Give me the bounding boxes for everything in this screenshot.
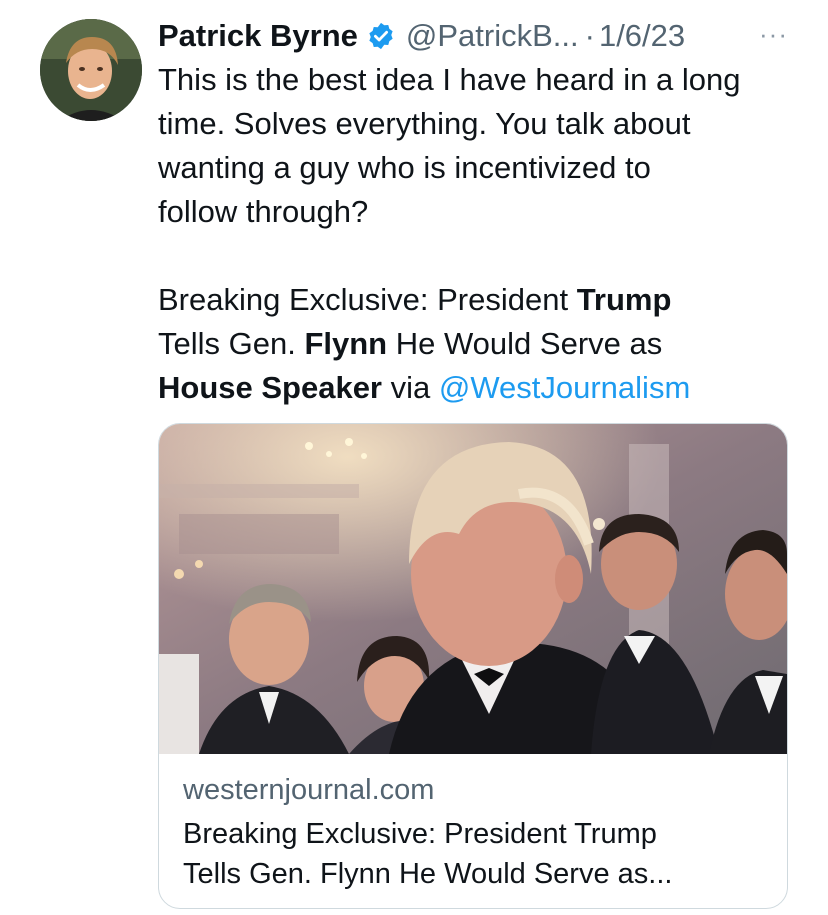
headline-line: Breaking Exclusive: President Trump xyxy=(158,278,798,322)
headline-text: Tells Gen. xyxy=(158,326,305,361)
author-handle[interactable]: @PatrickB... xyxy=(406,14,579,58)
tweet-text: This is the best idea I have heard in a … xyxy=(158,58,798,410)
headline-line: House Speaker via @WestJournalism xyxy=(158,366,798,410)
tweet-text-line: follow through? xyxy=(158,194,369,229)
tweet-text-line: time. Solves everything. You talk about xyxy=(158,106,691,141)
tweet-text-line: wanting a guy who is incentivized to xyxy=(158,150,651,185)
card-meta: westernjournal.com Breaking Exclusive: P… xyxy=(183,770,767,894)
card-title-line: Breaking Exclusive: President Trump xyxy=(183,818,657,850)
tweet-header: Patrick Byrne @PatrickB... · 1/6/23 ··· xyxy=(158,14,788,58)
header-separator: · xyxy=(584,18,595,53)
avatar-photo xyxy=(40,19,142,121)
tweet-date[interactable]: 1/6/23 xyxy=(599,14,685,58)
link-preview-card[interactable]: westernjournal.com Breaking Exclusive: P… xyxy=(158,423,788,909)
card-title: Breaking Exclusive: President Trump Tell… xyxy=(183,814,767,894)
author-name[interactable]: Patrick Byrne xyxy=(158,14,358,58)
more-options-icon[interactable]: ··· xyxy=(759,14,788,54)
headline-bold: Flynn xyxy=(304,326,388,361)
avatar[interactable] xyxy=(40,19,142,121)
headline-line: Tells Gen. Flynn He Would Serve as xyxy=(158,322,798,366)
card-title-line: Tells Gen. Flynn He Would Serve as... xyxy=(183,858,673,890)
headline-bold: House Speaker xyxy=(158,370,382,405)
tweet-text-line: This is the best idea I have heard in a … xyxy=(158,62,741,97)
headline-bold: Trump xyxy=(576,282,672,317)
verified-badge-icon xyxy=(366,21,396,51)
headline-text: via xyxy=(382,370,439,405)
card-domain: westernjournal.com xyxy=(183,774,435,806)
card-photo xyxy=(159,424,787,754)
headline-text: He Would Serve as xyxy=(387,326,663,361)
card-image[interactable] xyxy=(159,424,787,754)
mention-link[interactable]: @WestJournalism xyxy=(439,370,690,405)
headline-text: Breaking Exclusive: President xyxy=(158,282,577,317)
